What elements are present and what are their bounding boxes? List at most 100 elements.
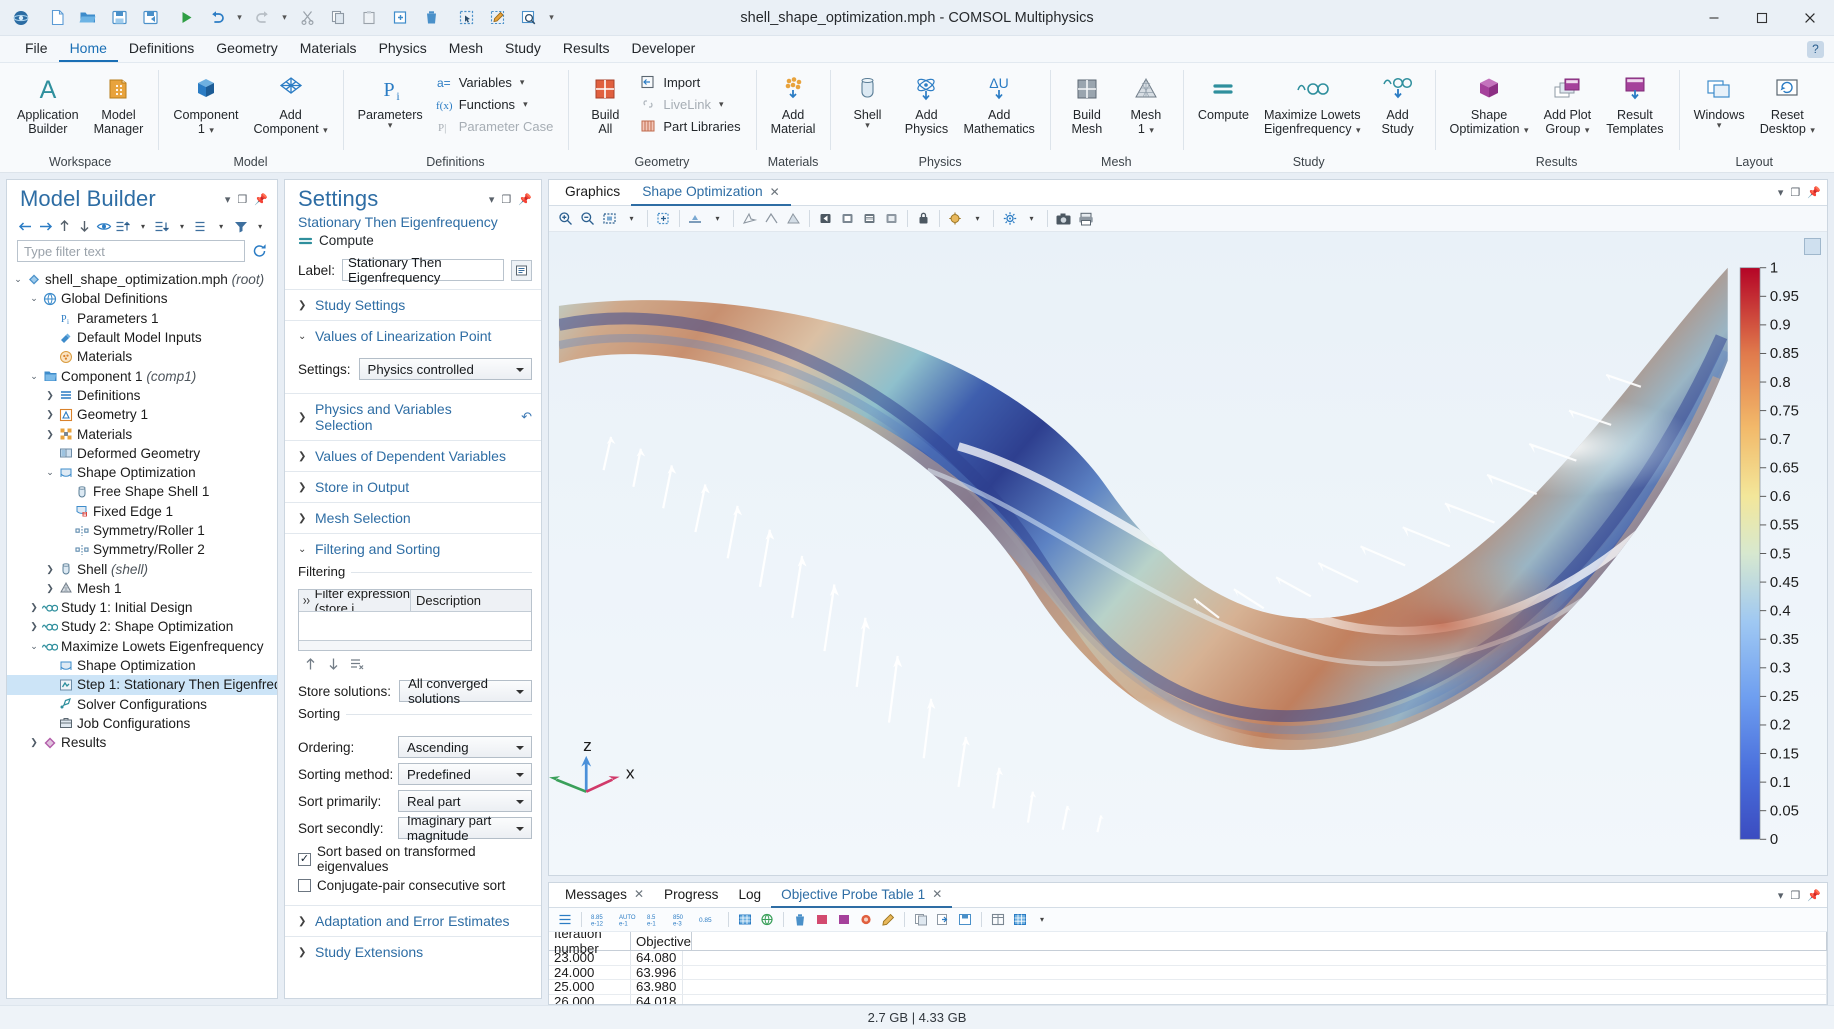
tree-item-materials[interactable]: ❯Materials [7, 424, 277, 443]
save-icon[interactable] [104, 4, 134, 32]
panel-minimize-icon[interactable]: ▾ [489, 193, 495, 206]
panel-pin-icon[interactable]: 📌 [518, 193, 532, 206]
table-cell[interactable]: 23.000 [549, 951, 631, 965]
chevron-down-icon[interactable]: ▾ [1021, 208, 1042, 229]
panel-minimize-icon[interactable]: ▾ [1778, 889, 1784, 902]
first-frame-icon[interactable] [815, 208, 836, 229]
table-cell[interactable]: 24.000 [549, 966, 631, 980]
tab-graphics[interactable]: Graphics [554, 180, 631, 206]
delete-row-icon[interactable] [790, 910, 810, 929]
section-adaptation-and-error-estimates[interactable]: ❯ Adaptation and Error Estimates [285, 905, 541, 936]
zoom-in-icon[interactable] [555, 208, 576, 229]
format-auto-icon[interactable]: AUTOe-1 [616, 910, 642, 929]
chevron-down-icon[interactable]: ▾ [523, 99, 528, 110]
tree-item-geometry-1[interactable]: ❯Geometry 1 [7, 405, 277, 424]
filter-table-scrollbar[interactable] [299, 640, 531, 650]
play-icon[interactable] [859, 208, 880, 229]
sort-transformed-eigenvalues-checkbox[interactable] [298, 853, 311, 866]
cut-icon[interactable] [292, 4, 322, 32]
table-cell[interactable] [683, 995, 1827, 1004]
format-fixed-icon[interactable]: 8.85e-12 [588, 910, 614, 929]
table-cell[interactable]: 26.000 [549, 995, 631, 1004]
section-physics-and-variables-selection[interactable]: ❯ Physics and Variables Selection ↶ [285, 393, 541, 440]
menu-file[interactable]: File [14, 36, 59, 62]
application-builder-button[interactable]: A Application Builder [10, 69, 86, 138]
build-mesh-button[interactable]: Build Mesh [1058, 69, 1116, 138]
conjugate-pair-checkbox[interactable] [298, 879, 311, 892]
chevron-down-icon[interactable]: ▾ [207, 125, 214, 135]
store-solutions-select[interactable]: All converged solutions [399, 680, 532, 702]
select-box-icon[interactable] [452, 4, 482, 32]
table-color-purple-icon[interactable] [834, 910, 854, 929]
ordering-select[interactable]: Ascending [398, 736, 532, 758]
tree-item-definitions[interactable]: ❯Definitions [7, 386, 277, 405]
tree-item-global-definitions[interactable]: ⌄Global Definitions [7, 289, 277, 308]
move-up-icon[interactable] [304, 657, 317, 671]
section-values-of-dependent-variables[interactable]: ❯ Values of Dependent Variables [285, 440, 541, 471]
table-list-icon[interactable] [555, 910, 575, 929]
add-plot-group-button[interactable]: Add Plot Group ▾ [1537, 69, 1599, 139]
menu-definitions[interactable]: Definitions [118, 36, 205, 62]
tree-item-shape-optimization[interactable]: Shape Optimization [7, 656, 277, 675]
chevron-down-icon[interactable]: ⌄ [43, 467, 57, 478]
close-button[interactable] [1786, 0, 1834, 36]
import-button[interactable]: Import [635, 71, 747, 93]
chevron-down-icon[interactable]: ▾ [251, 216, 269, 236]
tree-item-job-configurations[interactable]: Job Configurations [7, 714, 277, 733]
chevron-right-icon[interactable]: ❯ [43, 409, 57, 420]
objective-probe-table[interactable]: Iteration number Objective 23.00064.0802… [549, 932, 1827, 1004]
section-study-extensions[interactable]: ❯ Study Extensions [285, 936, 541, 967]
filter-icon[interactable] [232, 216, 250, 236]
forward-arrow-icon[interactable] [37, 216, 55, 236]
tree-item-study-2-shape-optimization[interactable]: ❯Study 2: Shape Optimization [7, 617, 277, 636]
up-arrow-icon[interactable] [56, 216, 74, 236]
tree-item-fixed-edge-1[interactable]: Fixed Edge 1 [7, 502, 277, 521]
table-cell[interactable] [683, 980, 1827, 994]
table-row[interactable]: 25.00063.980 [549, 980, 1827, 995]
menu-study[interactable]: Study [494, 36, 552, 62]
panel-minimize-icon[interactable]: ▾ [225, 193, 231, 206]
zoom-out-icon[interactable] [577, 208, 598, 229]
chevron-down-icon[interactable]: ⌄ [11, 274, 25, 285]
export-table-icon[interactable] [933, 910, 953, 929]
format-decimal-icon[interactable]: 0.85 [696, 910, 722, 929]
label-input[interactable]: Stationary Then Eigenfrequency [342, 259, 504, 281]
menu-results[interactable]: Results [552, 36, 621, 62]
chevron-down-icon[interactable]: ▾ [1808, 125, 1815, 135]
label-edit-icon[interactable] [511, 260, 532, 281]
tree-item-study-1-initial-design[interactable]: ❯Study 1: Initial Design [7, 598, 277, 617]
parameters-button[interactable]: Pi Parameters ▾ [351, 69, 430, 131]
format-scientific-icon[interactable]: 8.5e-1 [644, 910, 668, 929]
panel-maximize-icon[interactable]: ❐ [1790, 889, 1800, 902]
close-icon[interactable]: ✕ [770, 185, 780, 199]
next-frame-icon[interactable] [881, 208, 902, 229]
view-orientation-icon[interactable] [685, 208, 706, 229]
delete-icon[interactable] [416, 4, 446, 32]
zoom-search-icon[interactable] [514, 4, 544, 32]
menu-geometry[interactable]: Geometry [205, 36, 288, 62]
chevron-right-icon[interactable]: ❯ [43, 429, 57, 440]
section-filtering-and-sorting[interactable]: ⌄ Filtering and Sorting [285, 533, 541, 564]
section-mesh-selection[interactable]: ❯ Mesh Selection [285, 502, 541, 533]
chevron-right-icon[interactable]: ❯ [43, 564, 57, 575]
panel-minimize-icon[interactable]: ▾ [1778, 186, 1784, 199]
comsol-logo-icon[interactable] [6, 4, 36, 32]
model-manager-button[interactable]: Model Manager [87, 69, 151, 138]
chevron-down-icon[interactable]: ▾ [173, 216, 191, 236]
copy-icon[interactable] [323, 4, 353, 32]
down-arrow-icon[interactable] [76, 216, 94, 236]
menu-physics[interactable]: Physics [368, 36, 438, 62]
chevron-down-icon[interactable]: ▾ [134, 216, 152, 236]
build-all-geometry-button[interactable]: Build All [576, 69, 634, 138]
select-boundaries-icon[interactable] [783, 208, 804, 229]
panel-maximize-icon[interactable]: ❐ [237, 193, 247, 206]
redo-dropdown-icon[interactable]: ▾ [278, 4, 291, 32]
chevron-down-icon[interactable]: ▾ [1717, 122, 1722, 129]
open-folder-icon[interactable] [73, 4, 103, 32]
table-cell[interactable] [683, 966, 1827, 980]
table-row[interactable]: 26.00064.018 [549, 995, 1827, 1004]
back-arrow-icon[interactable] [17, 216, 35, 236]
clear-table-icon[interactable] [350, 657, 365, 671]
part-libraries-button[interactable]: Part Libraries [635, 115, 747, 137]
tree-item-component-1[interactable]: ⌄Component 1 (comp1) [7, 366, 277, 385]
